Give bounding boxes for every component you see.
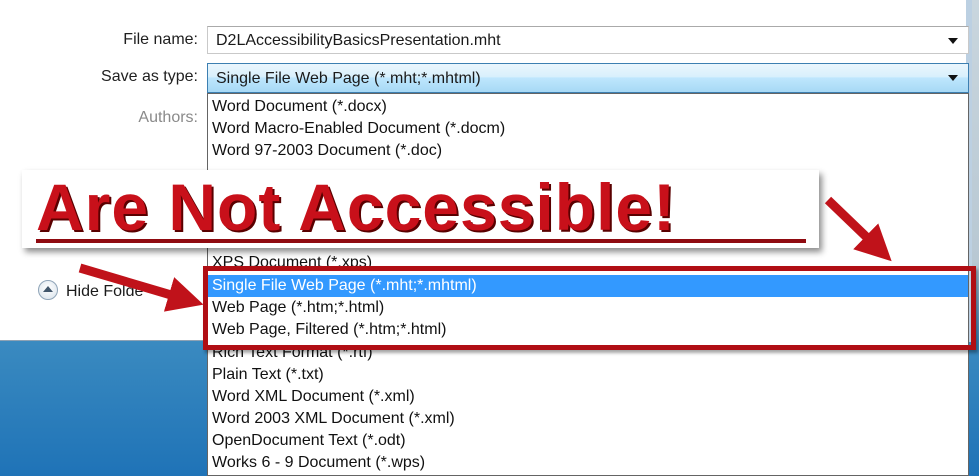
collapse-up-icon[interactable] <box>38 280 58 300</box>
list-item[interactable]: Word 97-2003 Document (*.doc) <box>212 140 442 162</box>
list-item[interactable]: Word XML Document (*.xml) <box>212 386 415 408</box>
file-name-label: File name: <box>123 31 198 48</box>
list-item[interactable]: OpenDocument Text (*.odt) <box>212 430 406 452</box>
highlight-box <box>203 266 976 350</box>
authors-label: Authors: <box>138 109 198 126</box>
hide-folders-label[interactable]: Hide Folde <box>66 283 143 300</box>
save-as-type-value[interactable]: Single File Web Page (*.mht;*.mhtml) <box>216 70 481 88</box>
hide-folders-button[interactable]: Hide Folde <box>38 280 143 301</box>
list-item[interactable]: Works 6 - 9 Document (*.wps) <box>212 452 425 474</box>
list-item[interactable]: Word Document (*.docx) <box>212 96 387 118</box>
save-as-type-select[interactable]: Single File Web Page (*.mht;*.mhtml) <box>207 63 969 93</box>
file-name-field[interactable]: D2LAccessibilityBasicsPresentation.mht <box>207 26 969 54</box>
list-item[interactable]: Plain Text (*.txt) <box>212 364 324 386</box>
banner-underline <box>36 239 806 243</box>
save-as-type-label: Save as type: <box>101 68 198 85</box>
file-name-value[interactable]: D2LAccessibilityBasicsPresentation.mht <box>216 32 501 50</box>
annotation-banner-text: Are Not Accessible! <box>36 170 677 244</box>
chevron-down-icon[interactable] <box>948 75 958 81</box>
chevron-down-icon[interactable] <box>948 38 958 44</box>
list-item[interactable]: Word Macro-Enabled Document (*.docm) <box>212 118 505 140</box>
list-item[interactable]: Word 2003 XML Document (*.xml) <box>212 408 455 430</box>
